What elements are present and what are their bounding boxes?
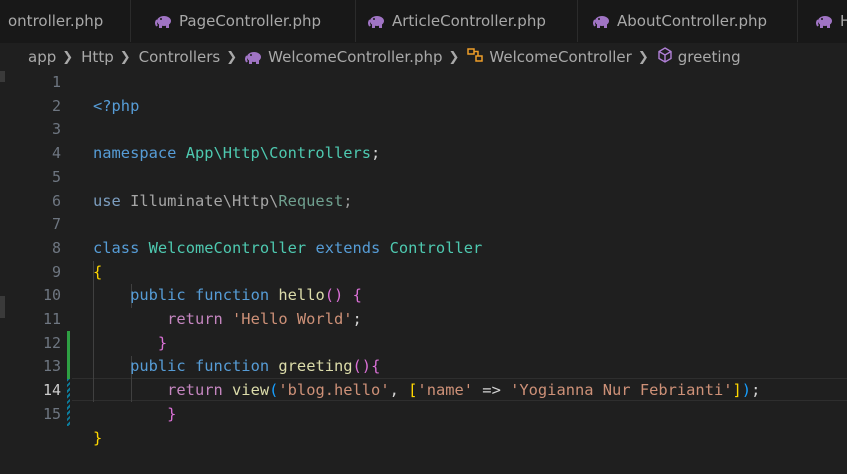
tab-page-controller[interactable]: PageController.php <box>131 0 356 42</box>
php-elephant-icon <box>593 15 610 28</box>
code-line-11: } <box>0 308 847 352</box>
tab-article-controller[interactable]: ArticleController.php <box>356 0 578 42</box>
class-name: Request <box>278 191 344 210</box>
keyword: use <box>93 191 121 210</box>
keyword: namespace <box>93 144 177 163</box>
chevron-right-icon: ❯ <box>448 49 460 65</box>
code-editor[interactable]: 1 2 3 4 5 6 7 8 9 10 11 12 13 14 15 <?ph… <box>0 71 847 447</box>
chevron-right-icon: ❯ <box>62 49 74 65</box>
code-line-14: } <box>0 379 847 423</box>
tab-label: PageController.php <box>179 12 322 30</box>
tab-about-controller[interactable]: AboutController.php <box>578 0 798 42</box>
chevron-right-icon: ❯ <box>226 49 238 65</box>
breadcrumb-item-file[interactable]: WelcomeController.php <box>245 48 443 66</box>
breadcrumb-item-http[interactable]: Http <box>81 48 114 66</box>
php-elephant-icon <box>245 51 262 64</box>
punctuation: ; <box>371 144 381 163</box>
code-line-7: class WelcomeController extends Controll… <box>0 213 847 257</box>
breadcrumb-item-app[interactable]: app <box>28 48 56 66</box>
code-line-9: public function hello() { <box>0 261 847 304</box>
tab-label: ontroller.php <box>8 12 104 30</box>
breadcrumb: app ❯ Http ❯ Controllers ❯ WelcomeContro… <box>0 43 847 71</box>
php-elephant-icon <box>816 15 833 28</box>
breadcrumb-item-class[interactable]: WelcomeController <box>467 48 632 66</box>
namespace-name: App\Http\Controllers <box>185 144 372 163</box>
code-line-1: <?php <box>0 71 847 115</box>
code-line-3: namespace App\Http\Controllers; <box>0 118 847 162</box>
method-cube-icon <box>657 47 673 67</box>
editor-tab-bar: ontroller.php PageController.php Article… <box>0 0 847 43</box>
code-line-8: { <box>0 237 847 281</box>
class-icon <box>467 48 484 66</box>
namespace-name: Illuminate\Http\ <box>130 191 279 210</box>
code-line-13: return view('blog.hello', ['name' => 'Yo… <box>0 355 847 399</box>
tab-label: AboutController.php <box>617 12 768 30</box>
code-line-5: use Illuminate\Http\Request; <box>0 166 847 210</box>
code-line-10: return 'Hello World'; <box>0 284 847 328</box>
breadcrumb-item-method[interactable]: greeting <box>657 47 741 67</box>
bracket: } <box>93 428 103 447</box>
chevron-right-icon: ❯ <box>637 49 649 65</box>
breadcrumb-label: greeting <box>677 48 741 66</box>
tab-label: H <box>840 12 847 30</box>
tab-label: ArticleController.php <box>392 12 546 30</box>
breadcrumb-item-controllers[interactable]: Controllers <box>139 48 221 66</box>
php-elephant-icon <box>368 15 385 28</box>
code-line-12: public function greeting(){ <box>0 332 847 375</box>
tab-h-controller[interactable]: H <box>798 0 847 42</box>
breadcrumb-label: app <box>28 48 57 66</box>
breadcrumb-label: WelcomeController <box>489 48 632 66</box>
php-open-tag: <?php <box>93 96 140 115</box>
punctuation: ; <box>343 191 353 210</box>
breadcrumb-label: Http <box>81 48 114 66</box>
chevron-right-icon: ❯ <box>119 49 131 65</box>
breadcrumb-label: Controllers <box>138 48 221 66</box>
code-line-15: } <box>0 403 847 447</box>
tab-welcome-controller[interactable]: ontroller.php <box>0 0 131 42</box>
php-elephant-icon <box>155 15 172 28</box>
breadcrumb-label: WelcomeController.php <box>268 48 443 66</box>
